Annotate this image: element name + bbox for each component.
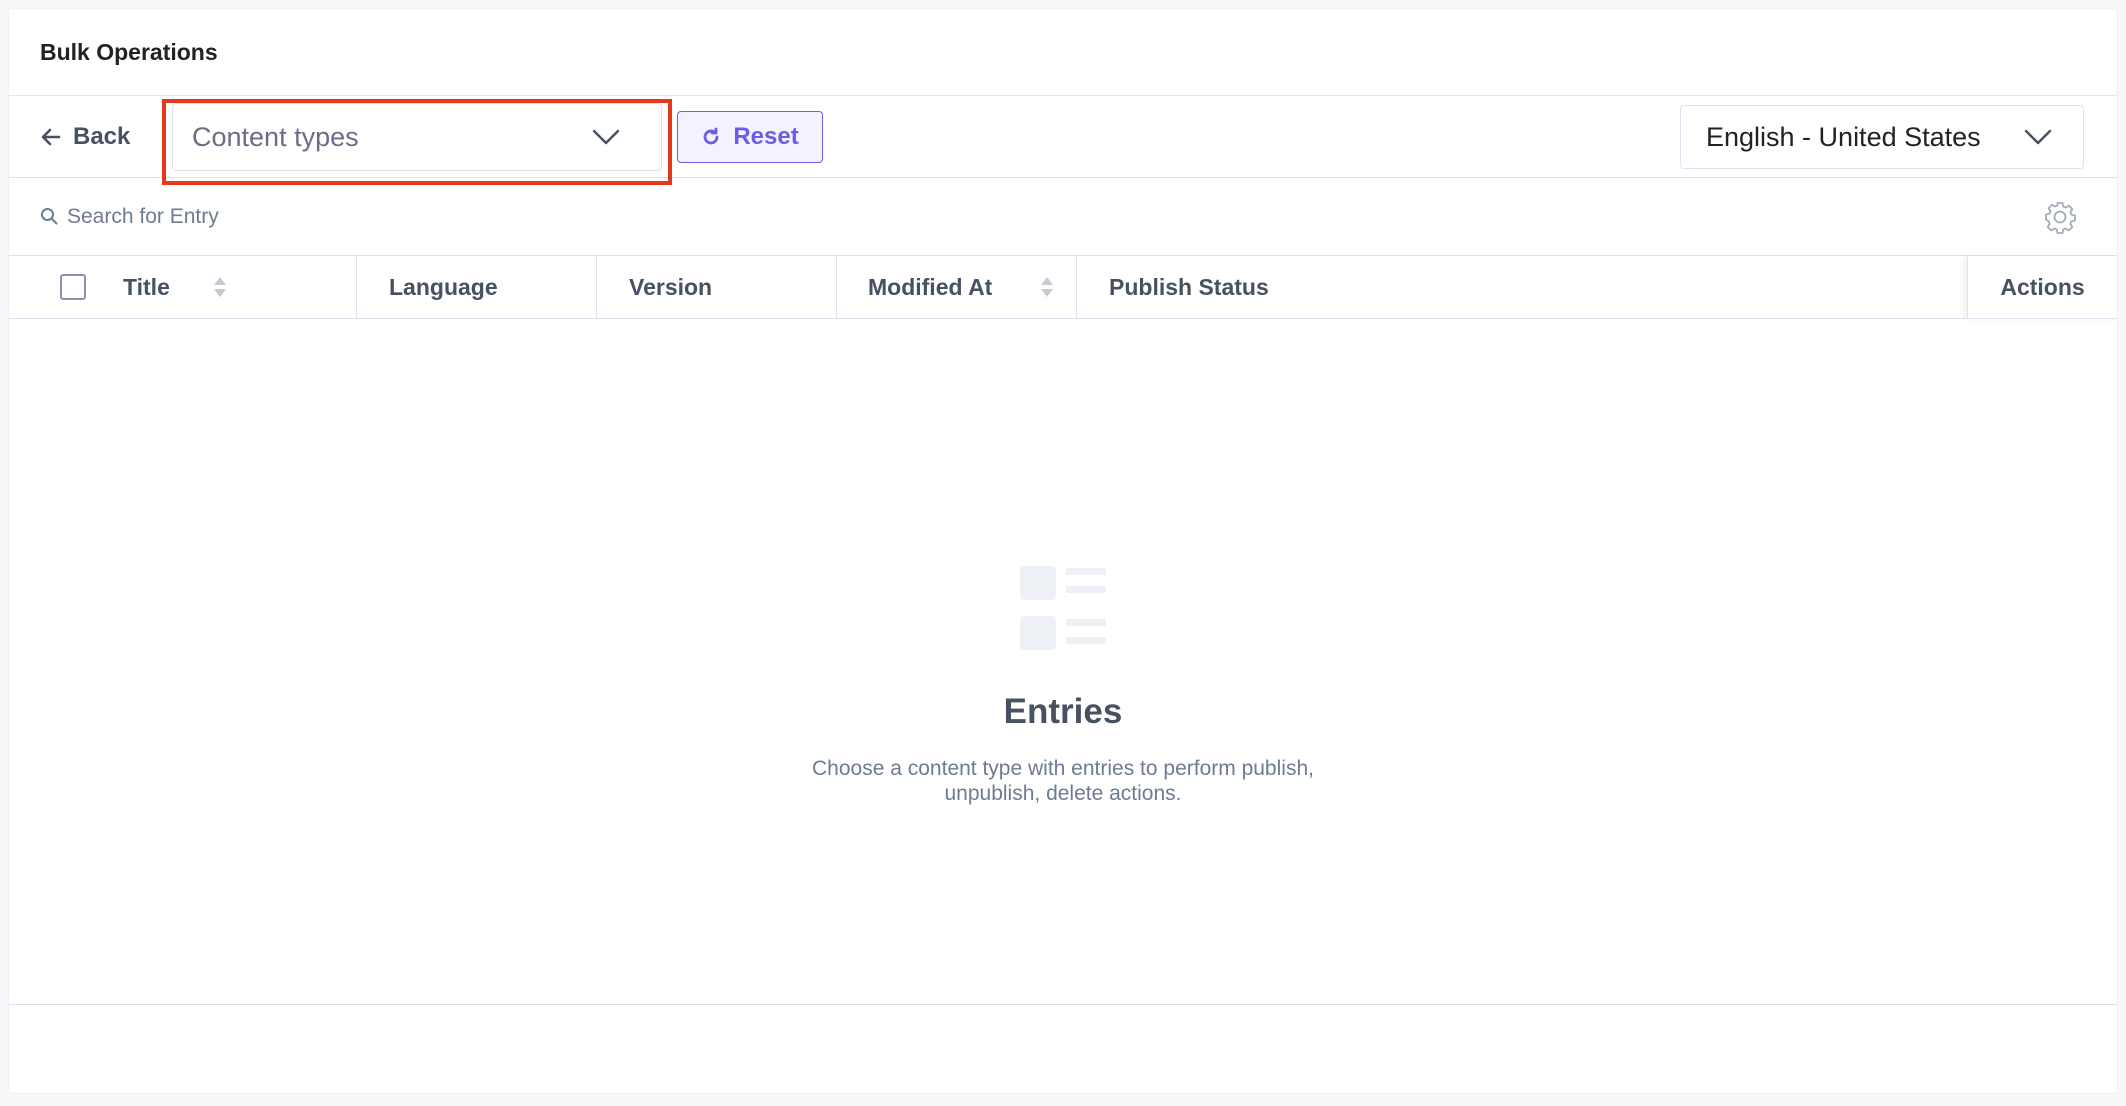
table-header: Title Language Version Modified At Publi… xyxy=(9,256,2117,319)
select-all-checkbox[interactable] xyxy=(60,274,86,300)
column-modified-at[interactable]: Modified At xyxy=(837,256,1077,319)
sort-icon[interactable] xyxy=(213,276,227,298)
arrow-left-icon xyxy=(41,128,61,146)
search-row xyxy=(9,178,2117,256)
column-modified-at-label: Modified At xyxy=(868,274,993,300)
column-title[interactable]: Title xyxy=(9,256,357,319)
entries-list-icon xyxy=(1020,566,1106,650)
gear-icon[interactable] xyxy=(2043,200,2077,234)
sort-icon[interactable] xyxy=(1040,276,1054,298)
column-version: Version xyxy=(597,256,837,319)
back-button[interactable]: Back xyxy=(39,118,130,156)
reset-label: Reset xyxy=(733,123,799,150)
search-icon xyxy=(41,208,58,225)
empty-state: Entries Choose a content type with entri… xyxy=(9,564,2117,806)
column-version-label: Version xyxy=(629,274,713,300)
panel-header: Bulk Operations xyxy=(9,9,2117,96)
empty-state-description: Choose a content type with entries to pe… xyxy=(812,757,1314,805)
chevron-down-icon xyxy=(2024,129,2052,145)
column-actions-label: Actions xyxy=(2000,274,2085,300)
column-publish-status: Publish Status xyxy=(1077,256,1967,319)
empty-state-title: Entries xyxy=(1003,692,1123,731)
column-publish-status-label: Publish Status xyxy=(1109,274,1269,300)
column-title-label: Title xyxy=(123,274,170,300)
locale-select-value: English - United States xyxy=(1706,121,1981,152)
back-label: Back xyxy=(73,123,131,150)
refresh-icon xyxy=(703,127,719,145)
column-language: Language xyxy=(357,256,597,319)
page-title: Bulk Operations xyxy=(40,38,218,65)
focus-highlight-box xyxy=(162,99,672,185)
column-actions: Actions xyxy=(1967,256,2117,319)
search-input[interactable] xyxy=(67,200,667,234)
column-language-label: Language xyxy=(389,274,498,300)
reset-button[interactable]: Reset xyxy=(677,111,823,163)
table-body: Entries Choose a content type with entri… xyxy=(9,319,2117,1005)
toolbar: Back Content types Reset English - Unite… xyxy=(9,96,2117,185)
locale-select[interactable]: English - United States xyxy=(1680,105,2084,169)
bulk-operations-panel: Bulk Operations Back Content types Reset… xyxy=(8,8,2118,1094)
